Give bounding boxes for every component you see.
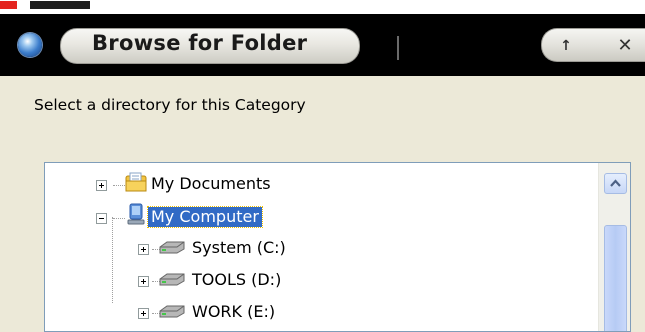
- tree-item-system-drive[interactable]: System (C:): [45, 233, 595, 266]
- tree-item-label: My Documents: [151, 174, 271, 193]
- tree-item-label: System (C:): [192, 238, 286, 257]
- cropped-dark-mark: [30, 1, 90, 9]
- hard-drive-icon: [159, 273, 185, 286]
- tree-item-tools-drive[interactable]: TOOLS (D:): [45, 265, 595, 298]
- expand-icon[interactable]: [96, 180, 107, 191]
- tree-item-label: My Computer: [147, 206, 263, 228]
- tree-item-label: WORK (E:): [192, 302, 276, 321]
- title-bar[interactable]: Browse for Folder ↑ ✕: [0, 14, 645, 76]
- vertical-scrollbar[interactable]: [598, 163, 630, 331]
- scroll-thumb[interactable]: [604, 225, 627, 331]
- chevron-up-icon: [610, 179, 621, 187]
- tree-item-my-documents[interactable]: My Documents: [45, 169, 595, 202]
- up-button[interactable]: ↑: [552, 29, 580, 63]
- window-buttons: ↑ ✕: [541, 28, 645, 62]
- expand-icon[interactable]: [138, 308, 149, 319]
- expand-icon[interactable]: [138, 244, 149, 255]
- tree-item-work-drive[interactable]: WORK (E:): [45, 297, 595, 330]
- my-computer-icon: [127, 203, 145, 225]
- expand-icon[interactable]: [138, 276, 149, 287]
- dialog-prompt: Select a directory for this Category: [34, 96, 306, 114]
- cropped-red-mark: [0, 1, 17, 9]
- tree-item-my-computer[interactable]: My Computer: [45, 202, 595, 235]
- hard-drive-icon: [159, 305, 185, 318]
- scroll-up-button[interactable]: [604, 173, 627, 194]
- window-title: Browse for Folder: [92, 31, 308, 55]
- top-cropped-strip: [0, 0, 645, 14]
- title-separator: [397, 36, 399, 60]
- tree-item-label: TOOLS (D:): [192, 270, 282, 289]
- app-orb-icon: [18, 33, 42, 57]
- hard-drive-icon: [159, 241, 185, 254]
- my-documents-folder-icon: [125, 172, 147, 192]
- close-button[interactable]: ✕: [610, 29, 640, 63]
- folder-tree[interactable]: My Documents My Computer System (C:) TOO…: [44, 162, 631, 332]
- collapse-icon[interactable]: [96, 213, 107, 224]
